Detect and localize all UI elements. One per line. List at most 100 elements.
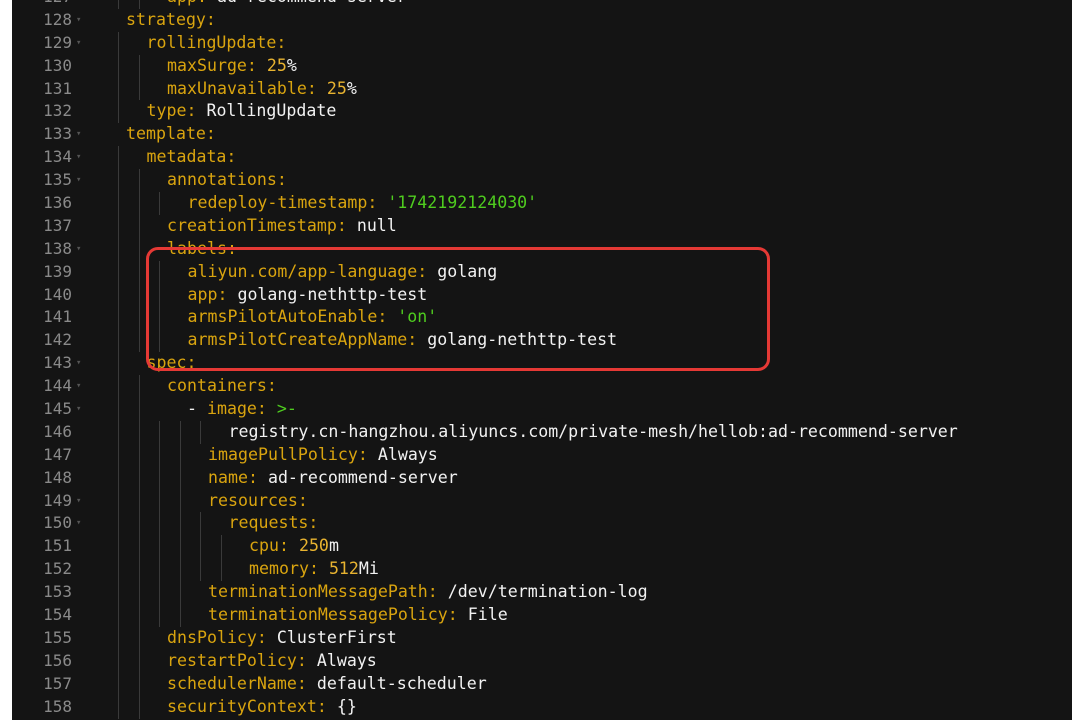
line-number: 137 [43, 215, 72, 235]
code-text: rollingUpdate: [147, 32, 287, 55]
yaml-key: metadata: [146, 147, 237, 167]
fold-triangle-icon[interactable]: ▾ [76, 32, 81, 55]
yaml-key: name: [208, 467, 268, 487]
code-line[interactable]: 149 ▾ resources: [12, 489, 1072, 513]
code-line[interactable]: 155 dnsPolicy: ClusterFirst [12, 626, 1072, 650]
line-number: 150 [43, 513, 72, 533]
fold-triangle-icon[interactable]: ▾ [76, 375, 81, 398]
code-line[interactable]: 136 redeploy-timestamp: '1742192124030' [12, 192, 1072, 215]
code-text: terminationMessagePath: /dev/termination… [208, 581, 648, 604]
code-line[interactable]: 154 terminationMessagePolicy: File [12, 604, 1072, 627]
indent-guide [200, 512, 201, 536]
indent-guide [118, 306, 119, 330]
code-line[interactable]: 134 ▾ metadata: [12, 146, 1072, 170]
yaml-value: ClusterFirst [276, 627, 397, 647]
code-line[interactable]: 128 ▾ strategy: [12, 9, 1072, 32]
line-number: 149 [43, 490, 72, 510]
code-line[interactable]: 133 ▾ template: [12, 123, 1072, 146]
fold-triangle-icon[interactable]: ▾ [76, 123, 81, 146]
line-number: 132 [43, 101, 72, 121]
code-line[interactable]: 132 type: RollingUpdate [12, 100, 1072, 124]
indent-guide [118, 649, 119, 673]
indent-guide [118, 260, 119, 284]
fold-triangle-icon[interactable]: ▾ [76, 146, 81, 169]
line-number: 145 [43, 399, 72, 419]
line-number: 143 [43, 353, 72, 373]
line-number: 133 [43, 124, 72, 144]
yaml-key: imagePullPolicy: [208, 444, 378, 464]
labels-highlight-box [146, 247, 770, 371]
indent-guide [138, 214, 140, 238]
yaml-value: - [167, 399, 207, 419]
indent-guide [179, 512, 181, 536]
indent-guide [118, 352, 119, 376]
yaml-editor[interactable]: 127app: ad-recommend-server128▾strategy:… [12, 0, 1072, 720]
fold-triangle-icon[interactable]: ▾ [76, 490, 81, 513]
code-line[interactable]: 150 ▾ requests: [12, 512, 1072, 536]
fold-triangle-icon[interactable]: ▾ [76, 512, 81, 535]
code-line[interactable]: 146 registry.cn-hangzhou.aliyuncs.com/pri… [12, 420, 1072, 444]
yaml-value: % [346, 78, 357, 98]
line-number: 151 [43, 536, 72, 556]
code-line[interactable]: 158 securityContext: {} [12, 695, 1072, 719]
line-number: 129 [43, 32, 72, 52]
line-number: 140 [43, 284, 72, 304]
yaml-value: null [356, 215, 397, 235]
line-number: 153 [43, 582, 72, 602]
indent-guide [179, 581, 181, 605]
fold-triangle-icon[interactable]: ▾ [76, 398, 81, 421]
indent-guide [118, 237, 119, 261]
code-line[interactable]: 144 ▾ containers: [12, 375, 1072, 399]
fold-triangle-icon[interactable]: ▾ [76, 352, 81, 375]
fold-triangle-icon[interactable]: ▾ [76, 9, 81, 32]
code-line[interactable]: 151 cpu: 250m [12, 535, 1072, 559]
indent-guide [138, 466, 140, 490]
code-line[interactable]: 135 ▾ annotations: [12, 169, 1072, 193]
indent-guide [138, 581, 140, 605]
yaml-key: memory: [249, 559, 329, 579]
line-number: 136 [43, 193, 72, 213]
indent-guide [118, 283, 119, 307]
code-line[interactable]: 131 maxUnavailable: 25% [12, 77, 1072, 101]
yaml-string: >- [276, 399, 297, 419]
code-line[interactable]: 145 ▾ - image: >- [12, 398, 1072, 421]
line-number: 127 [12, 0, 72, 9]
code-text: memory: 512Mi [249, 558, 379, 581]
yaml-value: Mi [358, 559, 379, 579]
code-text: dnsPolicy: ClusterFirst [167, 627, 397, 650]
yaml-value: Always [316, 650, 377, 670]
indent-guide [138, 192, 140, 215]
code-line[interactable]: 153 terminationMessagePath: /dev/terminat… [12, 581, 1072, 605]
fold-triangle-icon[interactable]: ▾ [76, 238, 81, 261]
yaml-key: creationTimestamp: [167, 215, 357, 235]
code-line[interactable]: 147 imagePullPolicy: Always [12, 443, 1072, 467]
code-line[interactable]: 157 schedulerName: default-scheduler [12, 672, 1072, 696]
indent-guide [138, 443, 140, 467]
yaml-value: ad-recommend-server [217, 0, 407, 6]
yaml-value: RollingUpdate [206, 101, 337, 121]
code-line[interactable]: 130 maxSurge: 25% [12, 54, 1072, 78]
indent-guide [118, 466, 119, 490]
fold-triangle-icon[interactable]: ▾ [76, 169, 81, 192]
indent-guide [118, 31, 119, 55]
yaml-value: File [467, 605, 508, 625]
indent-guide [179, 558, 181, 582]
code-line[interactable]: 152 memory: 512Mi [12, 558, 1072, 582]
code-line[interactable]: 137 creationTimestamp: null [12, 214, 1072, 238]
code-line[interactable]: 156 restartPolicy: Always [12, 649, 1072, 673]
code-line[interactable]: 127 app: ad-recommend-server [12, 0, 1072, 9]
code-text: securityContext: {} [167, 696, 357, 719]
line-number: 138 [43, 238, 72, 258]
code-text: creationTimestamp: null [167, 215, 397, 238]
line-number: 146 [43, 421, 72, 441]
code-text: maxUnavailable: 25% [167, 78, 357, 101]
code-line[interactable]: 148 name: ad-recommend-server [12, 466, 1072, 490]
indent-guide [138, 626, 140, 650]
yaml-key: dnsPolicy: [167, 627, 277, 647]
yaml-value: m [328, 536, 339, 556]
code-text: maxSurge: 25% [167, 55, 297, 78]
indent-guide [159, 512, 160, 536]
code-line[interactable]: 129 ▾ rollingUpdate: [12, 31, 1072, 55]
indent-guide [138, 489, 140, 513]
indent-guide [138, 54, 140, 78]
